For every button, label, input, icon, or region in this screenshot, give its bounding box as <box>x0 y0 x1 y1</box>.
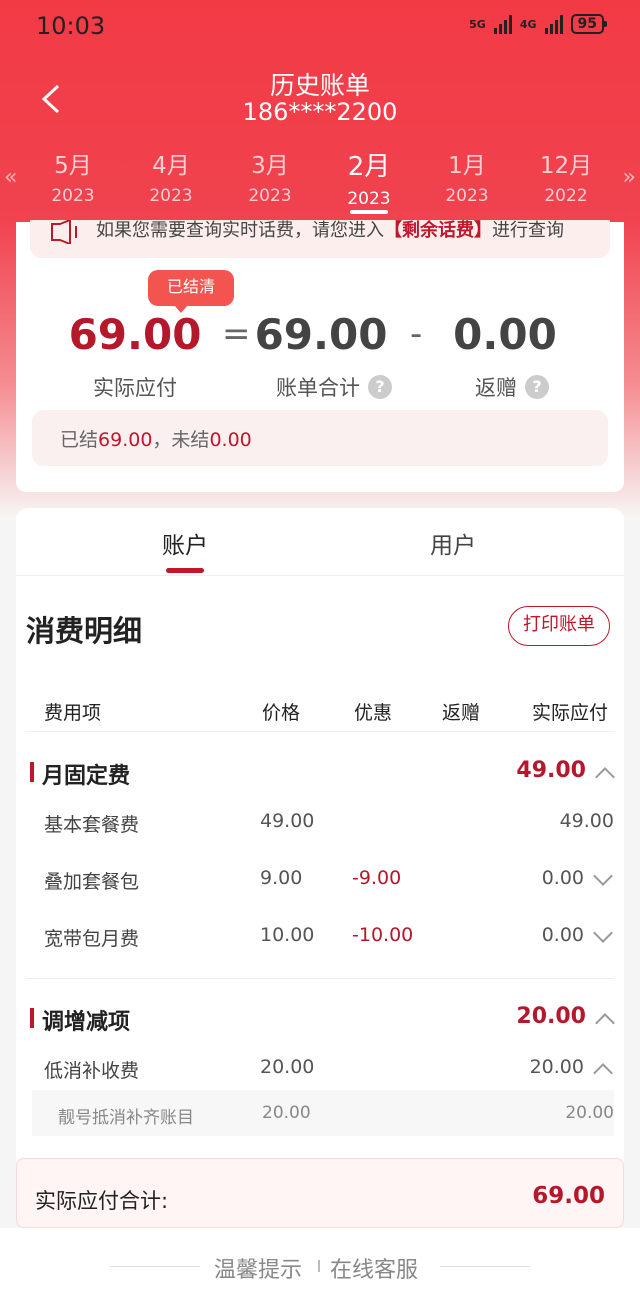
column-header: 费用项 <box>44 702 102 724</box>
column-header: 返赠 <box>442 702 481 724</box>
rebate-amount: 0.00 <box>453 310 557 359</box>
bill-total-amount: 69.00 <box>254 310 388 359</box>
remaining-balance-link[interactable]: 【剩余话费】 <box>384 220 492 241</box>
equals-sign: = <box>222 314 251 354</box>
settled-badge: 已结清 <box>148 270 234 313</box>
month-tab-feb-2023[interactable]: 2月 2023 <box>324 146 414 209</box>
month-selector: « 5月 2023 4月 2023 3月 2023 2月 2023 1月 2023 12月… <box>0 140 640 220</box>
table-row[interactable]: 宽带包月费 10.00 -10.00 0.00 <box>26 918 614 958</box>
tips-link[interactable]: 温馨提示 <box>214 1252 302 1284</box>
divider <box>440 1266 530 1267</box>
table-row: 基本套餐费 49.00 49.00 <box>44 810 614 836</box>
month-tab-may-2023[interactable]: 5月 2023 <box>28 146 118 206</box>
tab-account[interactable]: 账户 <box>162 526 208 560</box>
payable-total-value: 69.00 <box>532 1183 605 1209</box>
group-adjustments[interactable]: 调增减项 20.00 <box>26 998 615 1038</box>
phone-number: 186****2200 <box>242 98 398 126</box>
column-header: 价格 <box>262 702 301 724</box>
bill-summary-card: 如果您需要查询实时话费，请您进入【剩余话费】进行查询 已结清 69.00 = 6… <box>16 220 624 492</box>
tab-bar: 账户 用户 <box>16 508 624 576</box>
payable-total-card: 实际应付合计: 69.00 <box>16 1158 624 1228</box>
column-header: 优惠 <box>354 702 393 724</box>
column-header: 实际应付 <box>532 702 609 724</box>
chevron-up-icon[interactable] <box>595 767 615 787</box>
chevron-down-icon[interactable] <box>593 866 613 886</box>
divider <box>26 978 614 979</box>
section-title: 消费明细 <box>26 614 143 648</box>
speaker-icon <box>51 220 77 244</box>
month-tab-jan-2023[interactable]: 1月 2023 <box>422 146 512 206</box>
active-month-indicator <box>350 210 388 214</box>
chevron-up-icon[interactable] <box>595 1013 615 1033</box>
group-marker <box>30 1008 34 1028</box>
divider <box>110 1266 200 1267</box>
scroll-right-icon[interactable]: » <box>623 165 636 190</box>
footer-bar: 温馨提示 在线客服 <box>0 1228 640 1306</box>
online-service-link[interactable]: 在线客服 <box>330 1252 418 1284</box>
table-header: 费用项 价格 优惠 返赠 实际应付 <box>26 684 614 732</box>
help-icon[interactable]: ? <box>525 375 549 399</box>
actual-payable-label: 实际应付 <box>93 376 177 400</box>
separator <box>318 1260 320 1272</box>
help-icon[interactable]: ? <box>368 375 392 399</box>
table-row[interactable]: 叠加套餐包 9.00 -9.00 0.00 <box>26 861 614 901</box>
month-tab-mar-2023[interactable]: 3月 2023 <box>225 146 315 206</box>
group-monthly-fixed-fee[interactable]: 月固定费 49.00 <box>26 752 615 792</box>
settlement-status: 已结69.00，未结0.00 <box>32 410 608 466</box>
tab-user[interactable]: 用户 <box>430 526 476 560</box>
active-tab-indicator <box>166 568 204 573</box>
group-marker <box>30 762 34 782</box>
scroll-left-icon[interactable]: « <box>4 165 17 190</box>
status-bar: 10:03 5G 4G 95 <box>0 0 640 54</box>
page-title: 历史账单 <box>269 71 370 100</box>
table-subrow: 靓号抵消补齐账目 20.00 20.00 <box>32 1090 614 1136</box>
status-icons: 5G 4G 95 <box>469 14 608 34</box>
chevron-down-icon[interactable] <box>593 923 613 943</box>
month-tab-dec-2022[interactable]: 12月 2022 <box>521 146 611 206</box>
bill-detail-card: 账户 用户 消费明细 打印账单 费用项 价格 优惠 返赠 实际应付 月固定费 4… <box>16 508 624 1228</box>
minus-sign: - <box>410 314 423 354</box>
payable-total-label: 实际应付合计: <box>35 1189 169 1213</box>
table-row[interactable]: 低消补收费 20.00 20.00 <box>26 1050 614 1090</box>
signal-icon <box>544 14 563 34</box>
chevron-up-icon[interactable] <box>593 1063 613 1083</box>
realtime-query-notice[interactable]: 如果您需要查询实时话费，请您进入【剩余话费】进行查询 <box>30 220 610 258</box>
print-bill-button[interactable]: 打印账单 <box>508 606 610 646</box>
signal-icon <box>493 14 512 34</box>
actual-payable-amount: 69.00 <box>68 310 202 359</box>
status-time: 10:03 <box>36 12 106 40</box>
network-5g-label: 5G <box>469 17 486 31</box>
network-4g-label: 4G <box>519 17 537 31</box>
month-tab-apr-2023[interactable]: 4月 2023 <box>126 146 216 206</box>
rebate-label: 返赠 ? <box>462 372 562 402</box>
bill-total-label: 账单合计 ? <box>254 372 414 402</box>
battery-icon: 95 <box>570 14 608 34</box>
